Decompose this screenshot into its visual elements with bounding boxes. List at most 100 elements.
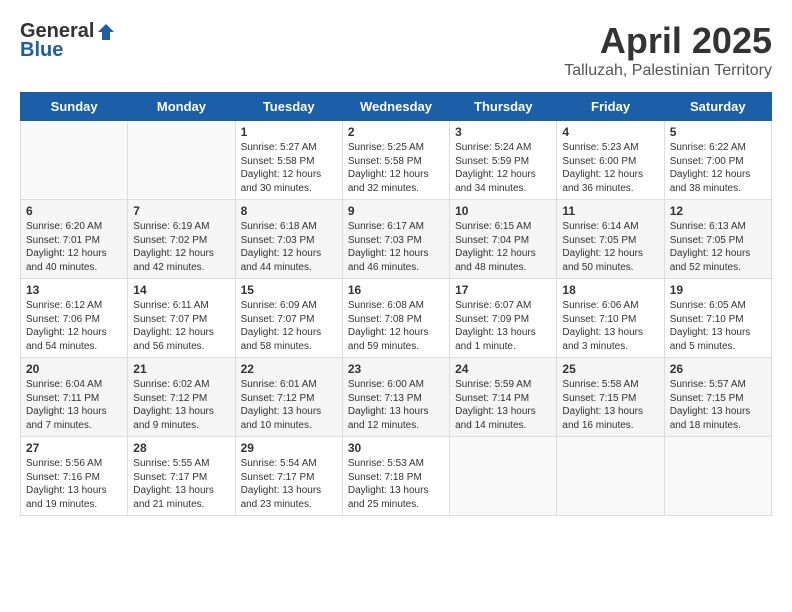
day-info: Sunrise: 5:25 AM Sunset: 5:58 PM Dayligh…: [348, 141, 444, 195]
calendar-day-cell: 30 Sunrise: 5:53 AM Sunset: 7:18 PM Dayli…: [342, 437, 449, 516]
calendar-day-cell: 19Sunrise: 6:05 AM Sunset: 7:10 PM Dayli…: [664, 279, 771, 358]
weekday-header-saturday: Saturday: [664, 93, 771, 121]
calendar-week-row: 27 Sunrise: 5:56 AM Sunset: 7:16 PM Dayli…: [21, 437, 772, 516]
calendar-day-cell: 23 Sunrise: 6:00 AM Sunset: 7:13 PM Dayli…: [342, 358, 449, 437]
calendar-day-cell: 1 Sunrise: 5:27 AM Sunset: 5:58 PM Daylig…: [235, 121, 342, 200]
day-info: Sunrise: 5:55 AM Sunset: 7:17 PM Dayligh…: [133, 457, 229, 511]
day-number: 25: [562, 362, 658, 376]
day-number: 5: [670, 125, 766, 139]
day-info: Sunrise: 5:56 AM Sunset: 7:16 PM Dayligh…: [26, 457, 122, 511]
calendar-day-cell: [664, 437, 771, 516]
calendar-day-cell: [128, 121, 235, 200]
day-number: 29: [241, 441, 337, 455]
day-number: 12: [670, 204, 766, 218]
day-number: 20: [26, 362, 122, 376]
day-info: Sunrise: 6:11 AM Sunset: 7:07 PM Dayligh…: [133, 299, 229, 353]
calendar-day-cell: 20 Sunrise: 6:04 AM Sunset: 7:11 PM Dayli…: [21, 358, 128, 437]
day-number: 14: [133, 283, 229, 297]
calendar-week-row: 1 Sunrise: 5:27 AM Sunset: 5:58 PM Daylig…: [21, 121, 772, 200]
calendar-day-cell: 22 Sunrise: 6:01 AM Sunset: 7:12 PM Dayli…: [235, 358, 342, 437]
location-subtitle: Talluzah, Palestinian Territory: [564, 62, 772, 80]
day-info: Sunrise: 6:15 AM Sunset: 7:04 PM Dayligh…: [455, 220, 551, 274]
day-number: 3: [455, 125, 551, 139]
calendar-day-cell: 2 Sunrise: 5:25 AM Sunset: 5:58 PM Daylig…: [342, 121, 449, 200]
day-number: 22: [241, 362, 337, 376]
day-number: 15: [241, 283, 337, 297]
calendar-day-cell: 10Sunrise: 6:15 AM Sunset: 7:04 PM Dayli…: [450, 200, 557, 279]
day-info: Sunrise: 5:53 AM Sunset: 7:18 PM Dayligh…: [348, 457, 444, 511]
calendar-day-cell: [557, 437, 664, 516]
calendar-week-row: 20 Sunrise: 6:04 AM Sunset: 7:11 PM Dayli…: [21, 358, 772, 437]
calendar-day-cell: 29 Sunrise: 5:54 AM Sunset: 7:17 PM Dayli…: [235, 437, 342, 516]
logo-blue-text: Blue: [20, 39, 63, 62]
day-info: Sunrise: 6:07 AM Sunset: 7:09 PM Dayligh…: [455, 299, 551, 353]
day-number: 28: [133, 441, 229, 455]
day-info: Sunrise: 5:24 AM Sunset: 5:59 PM Dayligh…: [455, 141, 551, 195]
calendar-day-cell: 9 Sunrise: 6:17 AM Sunset: 7:03 PM Daylig…: [342, 200, 449, 279]
day-number: 24: [455, 362, 551, 376]
day-info: Sunrise: 5:54 AM Sunset: 7:17 PM Dayligh…: [241, 457, 337, 511]
title-area: April 2025 Talluzah, Palestinian Territo…: [564, 20, 772, 80]
calendar-day-cell: 15 Sunrise: 6:09 AM Sunset: 7:07 PM Dayli…: [235, 279, 342, 358]
day-info: Sunrise: 6:09 AM Sunset: 7:07 PM Dayligh…: [241, 299, 337, 353]
day-info: Sunrise: 6:22 AM Sunset: 7:00 PM Dayligh…: [670, 141, 766, 195]
day-number: 2: [348, 125, 444, 139]
day-info: Sunrise: 6:19 AM Sunset: 7:02 PM Dayligh…: [133, 220, 229, 274]
calendar-day-cell: 26 Sunrise: 5:57 AM Sunset: 7:15 PM Dayli…: [664, 358, 771, 437]
day-info: Sunrise: 5:57 AM Sunset: 7:15 PM Dayligh…: [670, 378, 766, 432]
day-info: Sunrise: 6:04 AM Sunset: 7:11 PM Dayligh…: [26, 378, 122, 432]
day-number: 1: [241, 125, 337, 139]
weekday-header-monday: Monday: [128, 93, 235, 121]
day-number: 27: [26, 441, 122, 455]
day-info: Sunrise: 6:01 AM Sunset: 7:12 PM Dayligh…: [241, 378, 337, 432]
day-info: Sunrise: 6:20 AM Sunset: 7:01 PM Dayligh…: [26, 220, 122, 274]
calendar-day-cell: 21Sunrise: 6:02 AM Sunset: 7:12 PM Dayli…: [128, 358, 235, 437]
day-info: Sunrise: 6:14 AM Sunset: 7:05 PM Dayligh…: [562, 220, 658, 274]
weekday-header-thursday: Thursday: [450, 93, 557, 121]
day-info: Sunrise: 6:00 AM Sunset: 7:13 PM Dayligh…: [348, 378, 444, 432]
day-number: 26: [670, 362, 766, 376]
day-info: Sunrise: 5:59 AM Sunset: 7:14 PM Dayligh…: [455, 378, 551, 432]
day-info: Sunrise: 6:18 AM Sunset: 7:03 PM Dayligh…: [241, 220, 337, 274]
calendar-day-cell: 8 Sunrise: 6:18 AM Sunset: 7:03 PM Daylig…: [235, 200, 342, 279]
day-number: 23: [348, 362, 444, 376]
day-number: 17: [455, 283, 551, 297]
logo-icon: [96, 22, 116, 42]
calendar-day-cell: 28 Sunrise: 5:55 AM Sunset: 7:17 PM Dayli…: [128, 437, 235, 516]
day-number: 4: [562, 125, 658, 139]
day-info: Sunrise: 6:06 AM Sunset: 7:10 PM Dayligh…: [562, 299, 658, 353]
day-info: Sunrise: 5:58 AM Sunset: 7:15 PM Dayligh…: [562, 378, 658, 432]
weekday-header-tuesday: Tuesday: [235, 93, 342, 121]
calendar-day-cell: [21, 121, 128, 200]
day-number: 7: [133, 204, 229, 218]
weekday-header-wednesday: Wednesday: [342, 93, 449, 121]
calendar-day-cell: 11 Sunrise: 6:14 AM Sunset: 7:05 PM Dayli…: [557, 200, 664, 279]
calendar-week-row: 6Sunrise: 6:20 AM Sunset: 7:01 PM Daylig…: [21, 200, 772, 279]
day-number: 11: [562, 204, 658, 218]
day-number: 18: [562, 283, 658, 297]
day-info: Sunrise: 5:27 AM Sunset: 5:58 PM Dayligh…: [241, 141, 337, 195]
weekday-header-friday: Friday: [557, 93, 664, 121]
day-number: 9: [348, 204, 444, 218]
calendar-day-cell: 18 Sunrise: 6:06 AM Sunset: 7:10 PM Dayli…: [557, 279, 664, 358]
calendar-day-cell: 6Sunrise: 6:20 AM Sunset: 7:01 PM Daylig…: [21, 200, 128, 279]
calendar-day-cell: 25 Sunrise: 5:58 AM Sunset: 7:15 PM Dayli…: [557, 358, 664, 437]
calendar-day-cell: 13Sunrise: 6:12 AM Sunset: 7:06 PM Dayli…: [21, 279, 128, 358]
page-header: General Blue April 2025 Talluzah, Palest…: [20, 20, 772, 80]
day-number: 8: [241, 204, 337, 218]
day-info: Sunrise: 5:23 AM Sunset: 6:00 PM Dayligh…: [562, 141, 658, 195]
day-info: Sunrise: 6:08 AM Sunset: 7:08 PM Dayligh…: [348, 299, 444, 353]
day-info: Sunrise: 6:13 AM Sunset: 7:05 PM Dayligh…: [670, 220, 766, 274]
day-number: 13: [26, 283, 122, 297]
calendar-day-cell: 7 Sunrise: 6:19 AM Sunset: 7:02 PM Daylig…: [128, 200, 235, 279]
calendar-day-cell: 12 Sunrise: 6:13 AM Sunset: 7:05 PM Dayli…: [664, 200, 771, 279]
day-number: 16: [348, 283, 444, 297]
calendar-day-cell: 4 Sunrise: 5:23 AM Sunset: 6:00 PM Daylig…: [557, 121, 664, 200]
calendar-day-cell: 27 Sunrise: 5:56 AM Sunset: 7:16 PM Dayli…: [21, 437, 128, 516]
calendar-day-cell: 5 Sunrise: 6:22 AM Sunset: 7:00 PM Daylig…: [664, 121, 771, 200]
day-info: Sunrise: 6:17 AM Sunset: 7:03 PM Dayligh…: [348, 220, 444, 274]
weekday-header-sunday: Sunday: [21, 93, 128, 121]
calendar-week-row: 13Sunrise: 6:12 AM Sunset: 7:06 PM Dayli…: [21, 279, 772, 358]
calendar-day-cell: 14 Sunrise: 6:11 AM Sunset: 7:07 PM Dayli…: [128, 279, 235, 358]
day-number: 30: [348, 441, 444, 455]
